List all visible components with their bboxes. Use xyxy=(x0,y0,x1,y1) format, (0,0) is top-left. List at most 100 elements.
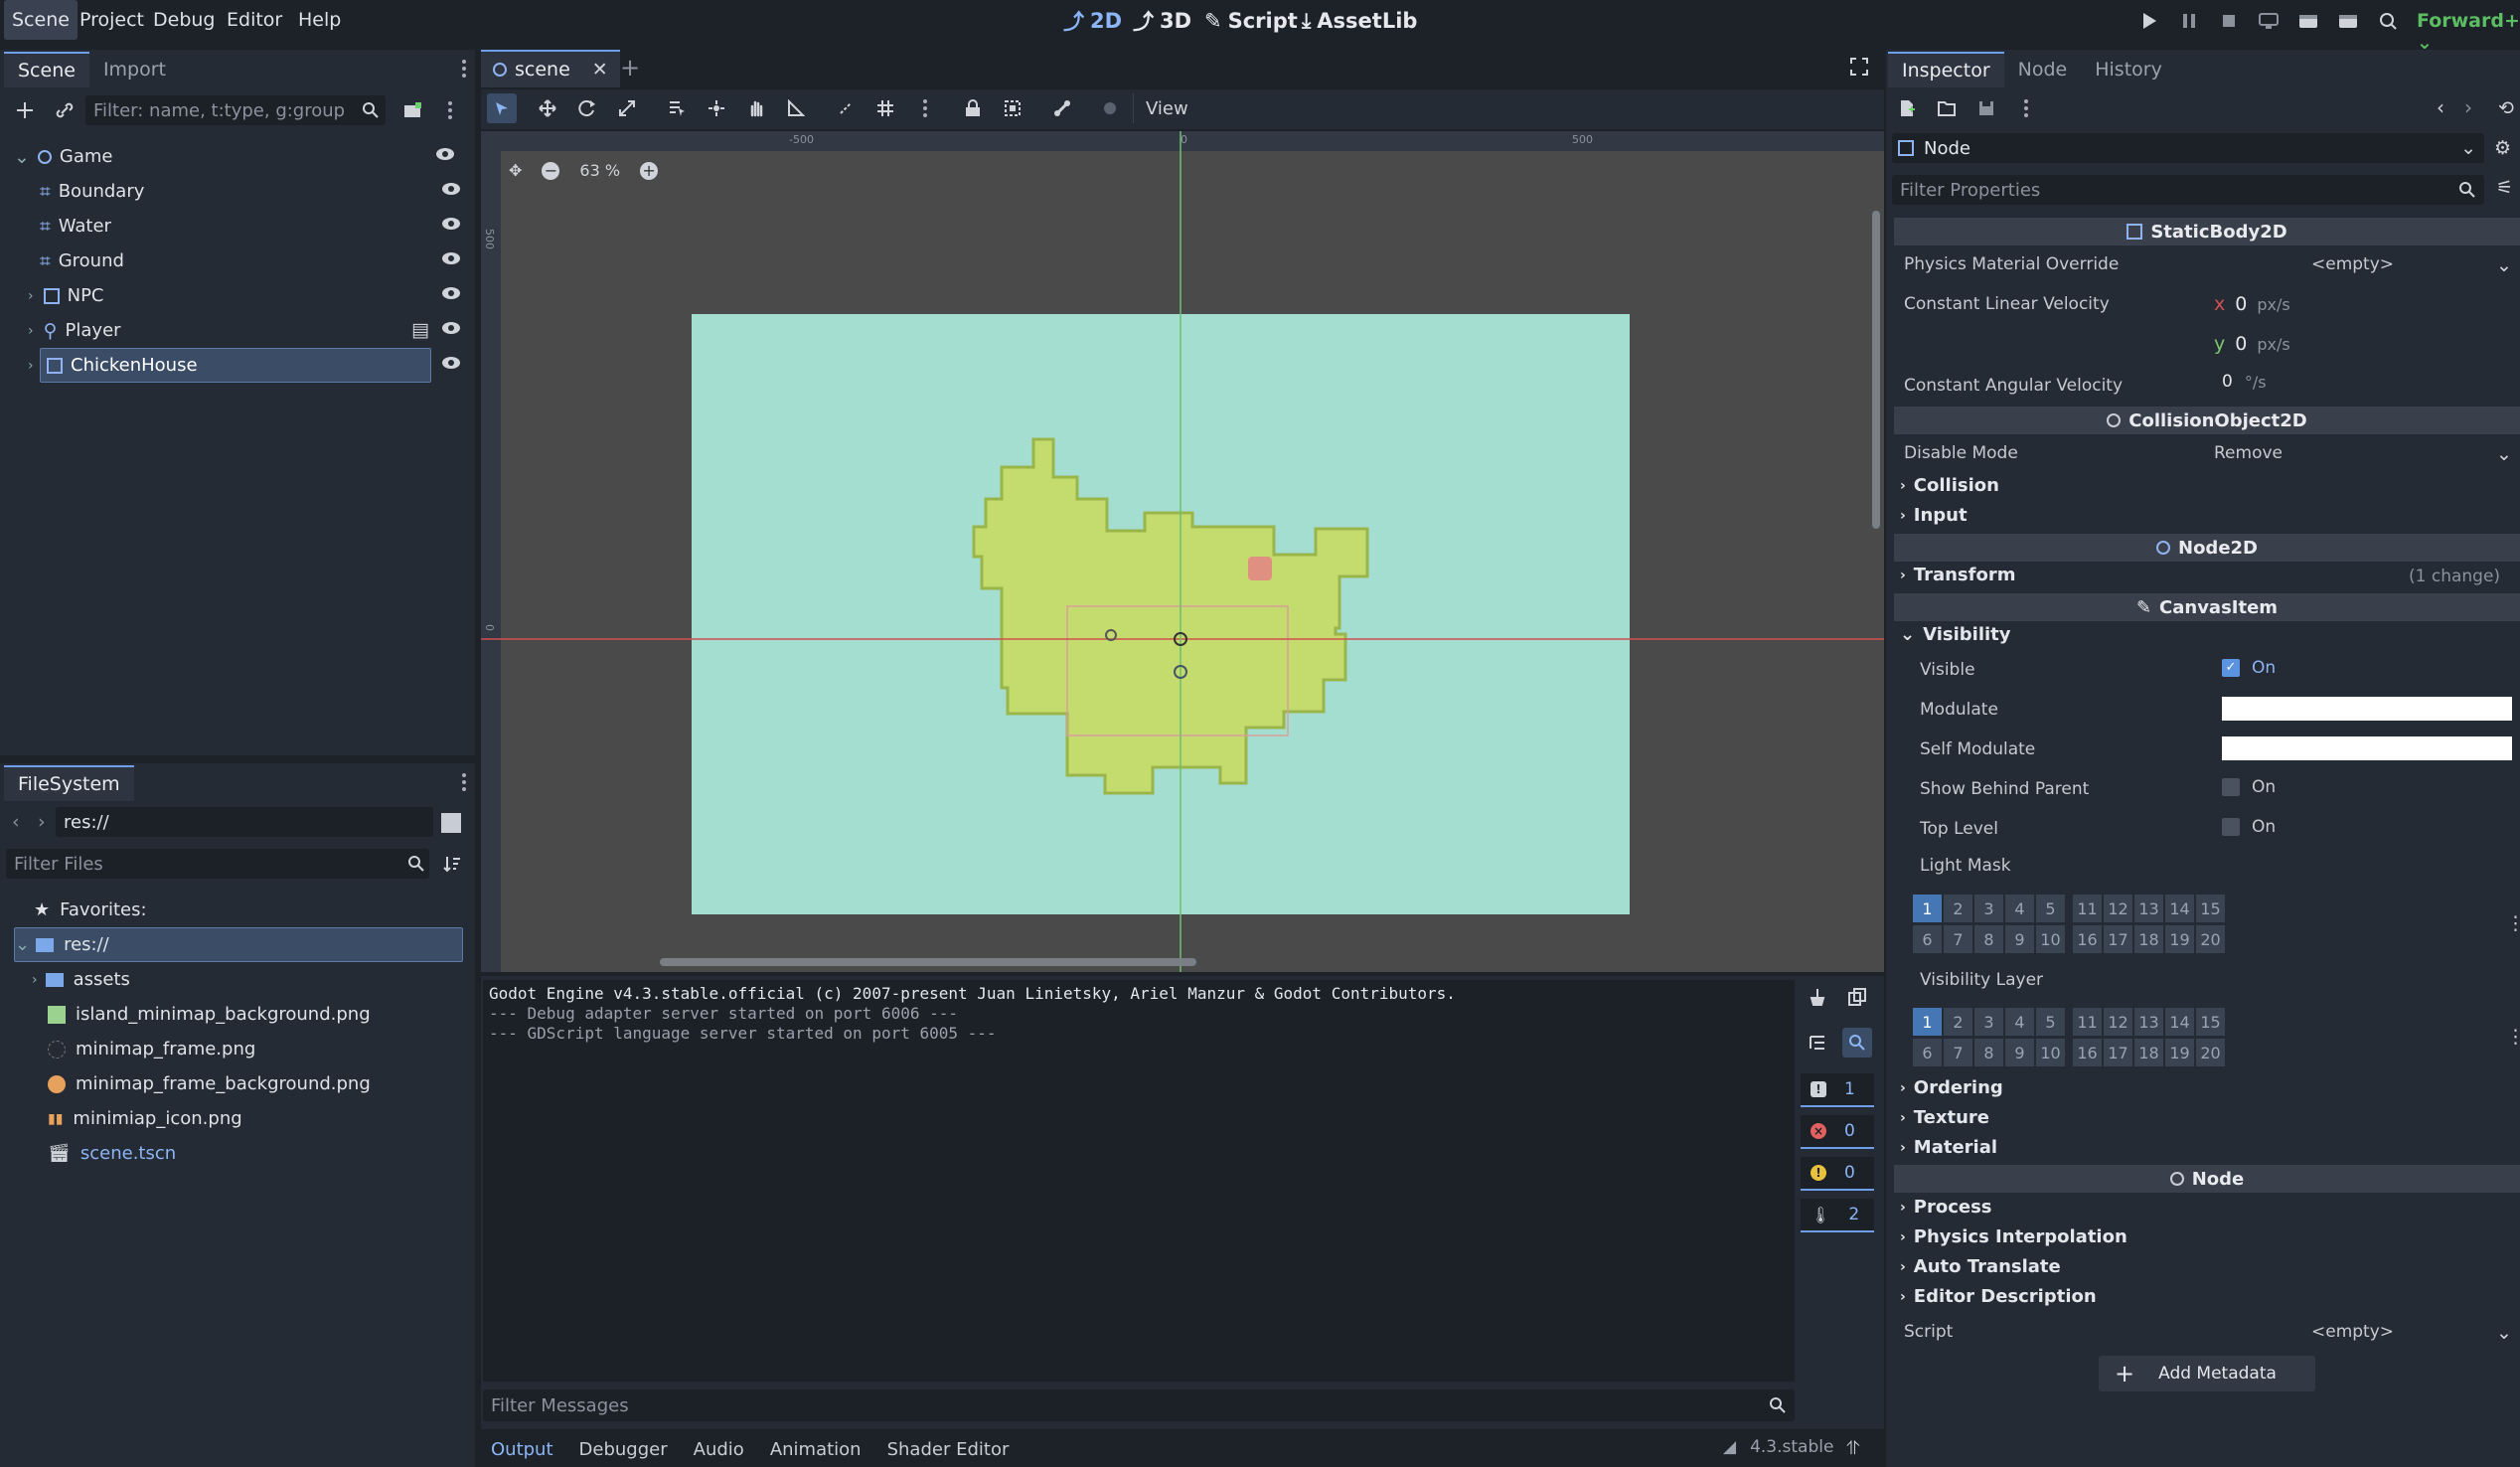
tab-node[interactable]: Node xyxy=(2004,52,2082,87)
layer-bit-9[interactable]: 9 xyxy=(2005,1039,2034,1066)
output-log[interactable]: Godot Engine v4.3.stable.official (c) 20… xyxy=(483,980,1795,1382)
show-behind-parent-checkbox[interactable]: On xyxy=(2222,777,2276,797)
scene-menu-icon[interactable] xyxy=(435,95,465,125)
layer-bit-20[interactable]: 20 xyxy=(2196,1039,2225,1066)
layer-bit-5[interactable]: 5 xyxy=(2036,1008,2065,1036)
tab-scene-file[interactable]: scene ✕ xyxy=(481,50,620,87)
pivot-icon[interactable] xyxy=(702,93,731,123)
fs-root-row[interactable]: ⌄ res:// xyxy=(14,927,463,962)
pan-icon[interactable] xyxy=(741,93,771,123)
new-resource-icon[interactable] xyxy=(1892,93,1922,123)
tab-debugger[interactable]: Debugger xyxy=(579,1439,668,1460)
group-input[interactable]: › Input xyxy=(1900,505,1968,526)
forward-icon[interactable]: › xyxy=(38,811,46,833)
close-icon[interactable]: ✕ xyxy=(592,59,608,81)
remote-debug-icon[interactable] xyxy=(2254,6,2284,36)
layer-bit-6[interactable]: 6 xyxy=(1913,925,1942,953)
visibility-eye-icon[interactable] xyxy=(435,147,455,161)
menu-debug[interactable]: Debug xyxy=(145,0,223,40)
visible-checkbox[interactable]: ✓ On xyxy=(2222,658,2276,678)
modulate-color-picker[interactable] xyxy=(2222,697,2512,721)
tree-node-chickenhouse[interactable]: › ChickenHouse xyxy=(28,348,465,383)
dock-menu-icon[interactable] xyxy=(449,767,479,797)
tree-node-ground[interactable]: ⌗ Ground xyxy=(40,244,465,278)
clear-output-icon[interactable] xyxy=(1803,982,1832,1012)
layer-bit-14[interactable]: 14 xyxy=(2165,1008,2194,1036)
tab-animation[interactable]: Animation xyxy=(770,1439,862,1460)
filter-editor-messages[interactable]: 🌡︎ 2 xyxy=(1801,1199,1874,1232)
group-auto-translate[interactable]: › Auto Translate xyxy=(1900,1256,2061,1277)
tab-inspector[interactable]: Inspector xyxy=(1888,52,2004,87)
viewport-2d[interactable]: -500 0 500 500 0 ✥ − 63 % + xyxy=(481,131,1884,972)
fs-item-minimap-frame-background[interactable]: minimap_frame_background.png xyxy=(48,1066,371,1101)
layer-bit-2[interactable]: 2 xyxy=(1944,895,1972,922)
tree-node-player[interactable]: › ⚲ Player ▤ xyxy=(28,313,465,348)
tab-history[interactable]: History xyxy=(2081,52,2176,87)
list-select-icon[interactable] xyxy=(662,93,692,123)
movie-maker-icon[interactable] xyxy=(2373,6,2403,36)
visibility-eye-icon[interactable] xyxy=(441,356,461,370)
object-history-icon[interactable]: ⟲ xyxy=(2498,97,2514,119)
script-value[interactable]: <empty> xyxy=(2311,1322,2394,1342)
filter-warning-messages[interactable]: ! 0 xyxy=(1801,1157,1874,1191)
layer-bit-15[interactable]: 15 xyxy=(2196,895,2225,922)
filter-files-input[interactable]: Filter Files xyxy=(6,849,429,879)
group-icon[interactable] xyxy=(998,93,1027,123)
inspected-object-select[interactable]: Node ⌄ xyxy=(1892,133,2484,163)
layer-bit-19[interactable]: 19 xyxy=(2165,925,2194,953)
menu-help[interactable]: Help xyxy=(290,0,349,40)
scene-filter-input[interactable]: Filter: name, t:type, g:group xyxy=(85,95,386,125)
instance-scene-icon[interactable] xyxy=(397,95,427,125)
play-custom-icon[interactable] xyxy=(2333,6,2363,36)
resource-menu-icon[interactable] xyxy=(2011,93,2041,123)
group-visibility[interactable]: ⌄ Visibility xyxy=(1900,624,2011,645)
visibility-eye-icon[interactable] xyxy=(441,286,461,300)
layer-bit-11[interactable]: 11 xyxy=(2073,895,2102,922)
layer-bit-12[interactable]: 12 xyxy=(2104,895,2132,922)
group-material[interactable]: › Material xyxy=(1900,1137,1997,1158)
layer-bit-17[interactable]: 17 xyxy=(2104,1039,2132,1066)
chevron-down-icon[interactable]: ⌄ xyxy=(2496,254,2512,276)
link-icon[interactable] xyxy=(50,95,79,125)
bone-icon[interactable] xyxy=(1047,93,1077,123)
tab-filesystem[interactable]: FileSystem xyxy=(4,765,134,801)
collapse-arrow-icon[interactable]: ⌄ xyxy=(15,934,30,955)
layer-bit-13[interactable]: 13 xyxy=(2134,1008,2163,1036)
renderer-select[interactable]: Forward+ ⌄ xyxy=(2417,10,2520,54)
tab-shader-editor[interactable]: Shader Editor xyxy=(887,1439,1010,1460)
workspace-2d[interactable]: ⤴ 2D xyxy=(1063,6,1122,36)
chevron-down-icon[interactable]: ⌄ xyxy=(2496,443,2512,465)
layer-bit-13[interactable]: 13 xyxy=(2134,895,2163,922)
layer-bit-10[interactable]: 10 xyxy=(2036,925,2065,953)
copy-icon[interactable] xyxy=(1842,982,1872,1012)
tab-audio[interactable]: Audio xyxy=(694,1439,744,1460)
layer-bit-16[interactable]: 16 xyxy=(2073,1039,2102,1066)
rotate-mode-icon[interactable] xyxy=(572,93,602,123)
workspace-assetlib[interactable]: ⤓ AssetLib xyxy=(1302,6,1417,36)
tree-node-npc[interactable]: › NPC xyxy=(28,278,465,313)
layer-bit-11[interactable]: 11 xyxy=(2073,1008,2102,1036)
h-scrollbar[interactable] xyxy=(660,958,1196,966)
layer-bit-1[interactable]: 1 xyxy=(1913,895,1942,922)
group-transform[interactable]: › Transform xyxy=(1900,565,2015,585)
expand-arrow-icon[interactable]: › xyxy=(28,288,34,304)
layer-bit-9[interactable]: 9 xyxy=(2005,925,2034,953)
distraction-free-icon[interactable] xyxy=(1850,58,1868,81)
tab-output[interactable]: Output xyxy=(491,1439,553,1460)
workspace-3d[interactable]: ⤴ 3D xyxy=(1133,6,1191,36)
layer-bit-20[interactable]: 20 xyxy=(2196,925,2225,953)
layer-bit-1[interactable]: 1 xyxy=(1913,1008,1942,1036)
group-ordering[interactable]: › Ordering xyxy=(1900,1077,2003,1098)
grid-snap-icon[interactable] xyxy=(870,93,900,123)
lock-icon[interactable] xyxy=(958,93,988,123)
sort-icon[interactable] xyxy=(437,849,467,879)
toggle-split-icon[interactable] xyxy=(441,813,461,833)
tree-node-game[interactable]: ⌄ Game xyxy=(14,139,459,174)
layer-bit-12[interactable]: 12 xyxy=(2104,1008,2132,1036)
visibility-layer-menu-icon[interactable]: ⋮ xyxy=(2506,1026,2520,1048)
script-attached-icon[interactable]: ▤ xyxy=(411,319,429,341)
filter-properties-input[interactable]: Filter Properties xyxy=(1892,175,2484,205)
pause-icon[interactable] xyxy=(2174,6,2204,36)
visibility-eye-icon[interactable] xyxy=(441,321,461,335)
layer-bit-3[interactable]: 3 xyxy=(1974,895,2003,922)
